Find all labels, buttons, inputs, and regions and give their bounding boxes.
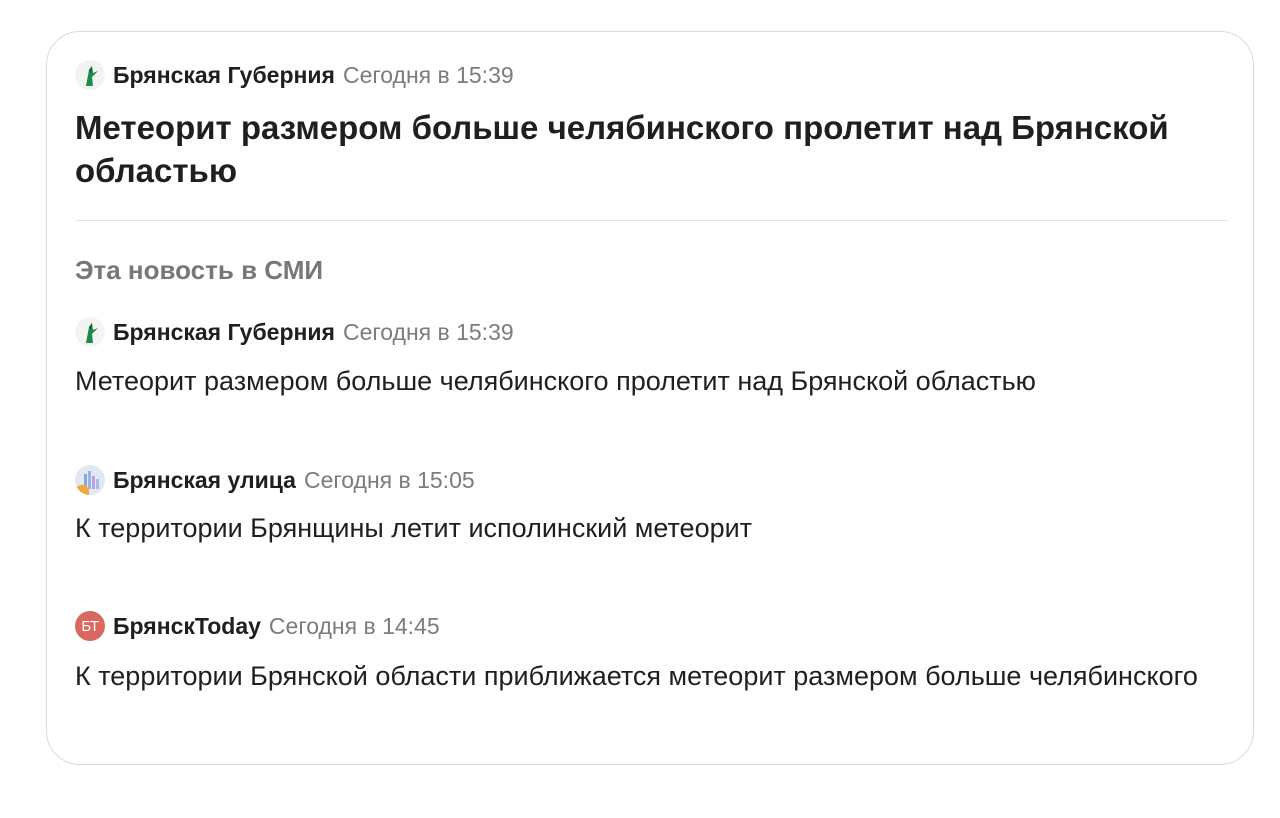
source-name[interactable]: Брянская Губерния [113, 62, 335, 89]
news-card: Брянская Губерния Сегодня в 15:39 Метеор… [46, 31, 1254, 765]
media-item-text[interactable]: К территории Брянской области приближает… [75, 658, 1225, 694]
brand-logo-icon [75, 317, 105, 347]
source-name[interactable]: БрянскToday [113, 613, 261, 640]
publish-time: Сегодня в 14:45 [268, 612, 440, 639]
bt-logo: БТ [75, 611, 105, 641]
story-headline[interactable]: Метеорит размером больше челябинского пр… [75, 106, 1225, 192]
publish-time: Сегодня в 15:39 [342, 61, 514, 88]
publish-time: Сегодня в 15:39 [342, 318, 514, 345]
brand-logo-icon [75, 60, 105, 90]
media-item-source-row[interactable]: Брянская Губерния Сегодня в 15:39 [75, 317, 514, 347]
media-item-text[interactable]: К территории Брянщины летит исполинский … [75, 510, 1225, 546]
media-item-text[interactable]: Метеорит размером больше челябинского пр… [75, 363, 1225, 399]
source-name[interactable]: Брянская улица [113, 467, 296, 494]
media-section-title: Эта новость в СМИ [75, 255, 324, 285]
main-story-source-row[interactable]: Брянская Губерния Сегодня в 15:39 [75, 60, 514, 90]
divider [75, 220, 1227, 221]
publish-time: Сегодня в 15:05 [303, 466, 475, 493]
city-logo-icon [75, 465, 105, 495]
media-item-source-row[interactable]: Брянская улица Сегодня в 15:05 [75, 465, 475, 495]
source-name[interactable]: Брянская Губерния [113, 319, 335, 346]
media-item-source-row[interactable]: БТ БрянскToday Сегодня в 14:45 [75, 611, 440, 641]
